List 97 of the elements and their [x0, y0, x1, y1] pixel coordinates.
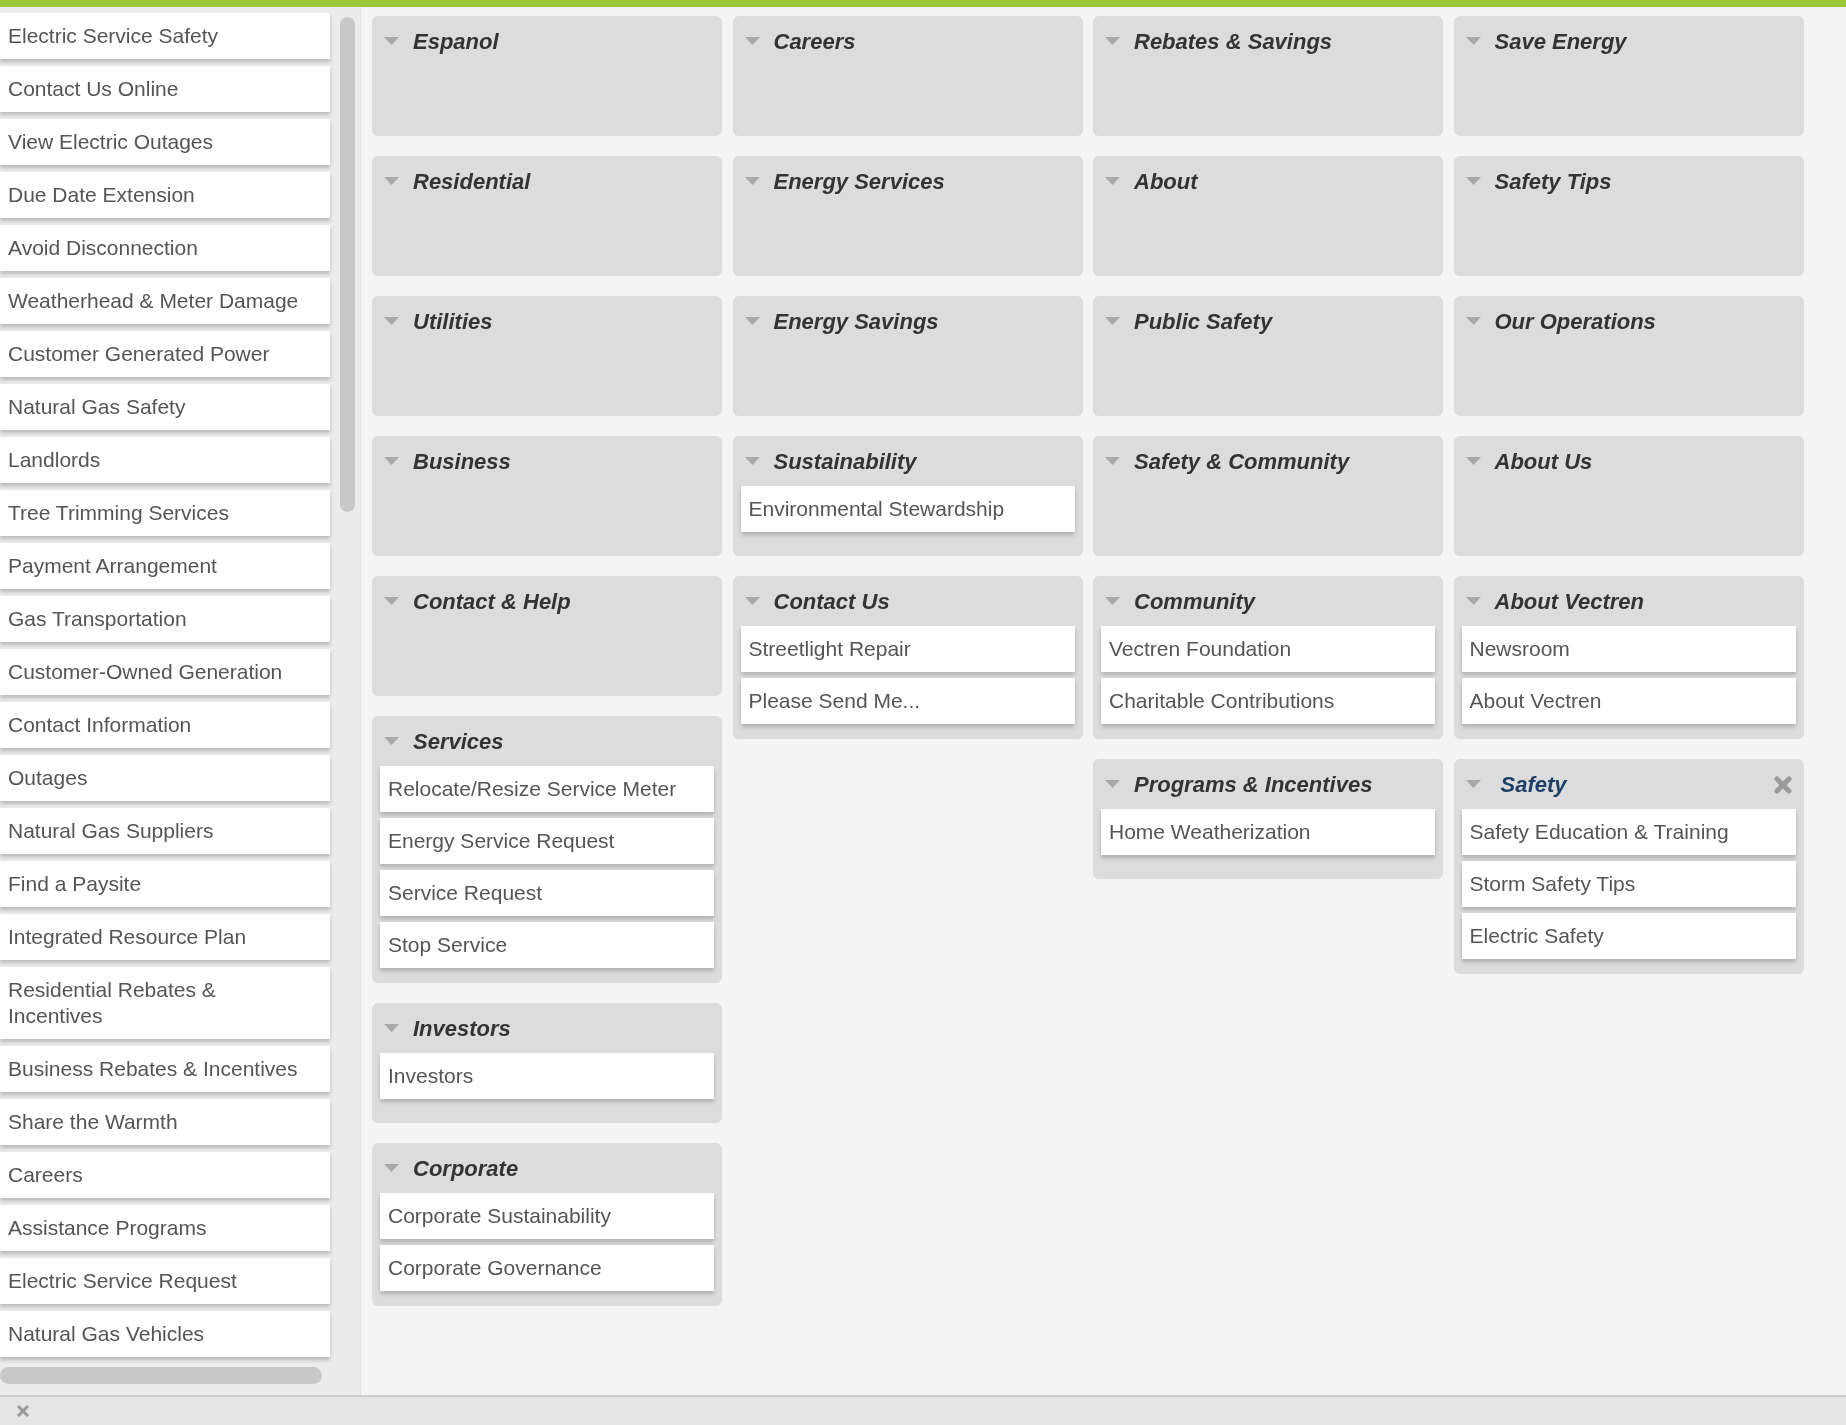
- caret-icon[interactable]: [384, 37, 399, 45]
- menu-link[interactable]: Corporate Governance: [380, 1245, 714, 1291]
- close-icon[interactable]: [16, 1404, 30, 1418]
- caret-icon[interactable]: [744, 597, 760, 605]
- panel-title[interactable]: Contact Us: [773, 584, 890, 618]
- sidebar-item[interactable]: Natural Gas Safety: [0, 384, 330, 430]
- panel-title[interactable]: Community: [1134, 584, 1255, 618]
- caret-icon[interactable]: [1465, 177, 1481, 185]
- sidebar-item[interactable]: Contact Us Online: [0, 66, 330, 112]
- caret-icon[interactable]: [1105, 597, 1120, 605]
- caret-icon[interactable]: [1465, 457, 1481, 465]
- menu-link[interactable]: Environmental Stewardship: [740, 486, 1075, 532]
- panel-title[interactable]: Save Energy: [1494, 24, 1627, 58]
- panel-title[interactable]: Safety Tips: [1494, 164, 1612, 198]
- sidebar-item[interactable]: Assistance Programs: [0, 1205, 330, 1251]
- panel-title[interactable]: Services: [413, 724, 504, 758]
- caret-icon[interactable]: [1465, 317, 1481, 325]
- sidebar-item[interactable]: Integrated Resource Plan: [0, 914, 330, 960]
- caret-icon[interactable]: [1465, 37, 1481, 45]
- sidebar-item[interactable]: Electric Service Request: [0, 1258, 330, 1304]
- scrollbar[interactable]: [0, 1367, 322, 1384]
- sidebar-item[interactable]: Payment Arrangement: [0, 543, 330, 589]
- caret-icon[interactable]: [384, 1164, 399, 1172]
- caret-icon[interactable]: [744, 177, 760, 185]
- caret-icon[interactable]: [744, 317, 760, 325]
- menu-link[interactable]: Safety Education & Training: [1461, 809, 1796, 855]
- panel-title[interactable]: About Vectren: [1494, 584, 1645, 618]
- close-icon[interactable]: [1773, 775, 1792, 794]
- menu-link[interactable]: Storm Safety Tips: [1461, 861, 1796, 907]
- panel-title[interactable]: Programs & Incentives: [1134, 767, 1373, 801]
- panel-title[interactable]: Public Safety: [1134, 304, 1273, 338]
- caret-icon[interactable]: [384, 737, 399, 745]
- sidebar-item[interactable]: Find a Paysite: [0, 861, 330, 907]
- panel-title[interactable]: Sustainability: [773, 444, 917, 478]
- sidebar-item[interactable]: Tree Trimming Services: [0, 490, 330, 536]
- panel-title[interactable]: Safety & Community: [1134, 444, 1350, 478]
- panel-title[interactable]: About: [1134, 164, 1198, 198]
- caret-icon[interactable]: [1465, 597, 1481, 605]
- caret-icon[interactable]: [384, 457, 399, 465]
- menu-link[interactable]: Home Weatherization: [1101, 809, 1435, 855]
- panel-title[interactable]: Contact & Help: [413, 584, 571, 618]
- caret-icon[interactable]: [1105, 37, 1120, 45]
- caret-icon[interactable]: [1105, 317, 1120, 325]
- menu-link[interactable]: Electric Safety: [1461, 913, 1796, 959]
- sidebar-item[interactable]: Avoid Disconnection: [0, 225, 330, 271]
- sidebar-item[interactable]: Electric Service Safety: [0, 13, 330, 59]
- sidebar-item[interactable]: Weatherhead & Meter Damage: [0, 278, 330, 324]
- sidebar-item[interactable]: Share the Warmth: [0, 1099, 330, 1145]
- panel-title[interactable]: Corporate: [413, 1151, 519, 1185]
- panel-title[interactable]: Careers: [773, 24, 856, 58]
- menu-link[interactable]: Service Request: [380, 870, 714, 916]
- caret-icon[interactable]: [1105, 780, 1120, 788]
- scrollbar[interactable]: [340, 17, 355, 512]
- sidebar-item[interactable]: Business Rebates & Incentives: [0, 1046, 330, 1092]
- caret-icon[interactable]: [384, 597, 399, 605]
- sidebar-item[interactable]: Natural Gas Suppliers: [0, 808, 330, 854]
- panel-title[interactable]: Investors: [413, 1011, 511, 1045]
- caret-icon[interactable]: [744, 37, 760, 45]
- panel-title[interactable]: Energy Savings: [773, 304, 939, 338]
- panel-title[interactable]: Our Operations: [1494, 304, 1656, 338]
- menu-link[interactable]: Streetlight Repair: [740, 626, 1075, 672]
- caret-icon[interactable]: [1465, 780, 1481, 788]
- panel-title[interactable]: Energy Services: [773, 164, 945, 198]
- sidebar-item[interactable]: Careers: [0, 1152, 330, 1198]
- panel-title[interactable]: About Us: [1494, 444, 1593, 478]
- panel-title[interactable]: Business: [413, 444, 511, 478]
- panel-title[interactable]: Safety: [1500, 767, 1567, 801]
- menu-link[interactable]: Stop Service: [380, 922, 714, 968]
- panel-title[interactable]: Espanol: [413, 24, 499, 58]
- sidebar-item[interactable]: Landlords: [0, 437, 330, 483]
- caret-icon[interactable]: [384, 1024, 399, 1032]
- sidebar-item[interactable]: View Electric Outages: [0, 119, 330, 165]
- panel-title[interactable]: Utilities: [413, 304, 493, 338]
- sidebar-item[interactable]: Contact Information: [0, 702, 330, 748]
- sidebar-item[interactable]: Customer-Owned Generation: [0, 649, 330, 695]
- sidebar-item[interactable]: Gas Transportation: [0, 596, 330, 642]
- caret-icon[interactable]: [1105, 457, 1120, 465]
- menu-link[interactable]: Corporate Sustainability: [380, 1193, 714, 1239]
- sidebar-item[interactable]: Due Date Extension: [0, 172, 330, 218]
- menu-link[interactable]: Please Send Me...: [740, 678, 1075, 724]
- sidebar-item[interactable]: Residential Rebates & Incentives: [0, 967, 330, 1039]
- caret-icon[interactable]: [1105, 177, 1120, 185]
- menu-link[interactable]: Newsroom: [1461, 626, 1796, 672]
- menu-link[interactable]: Charitable Contributions: [1101, 678, 1435, 724]
- sidebar-item[interactable]: Natural Gas Vehicles: [0, 1311, 330, 1357]
- menu-link[interactable]: About Vectren: [1461, 678, 1796, 724]
- menu-link[interactable]: Energy Service Request: [380, 818, 714, 864]
- caret-icon[interactable]: [384, 177, 399, 185]
- menu-link[interactable]: Vectren Foundation: [1101, 626, 1435, 672]
- menu-link[interactable]: Investors: [380, 1053, 714, 1099]
- panel-title[interactable]: Rebates & Savings: [1134, 24, 1333, 58]
- panel-title[interactable]: Residential: [413, 164, 531, 198]
- sidebar-item[interactable]: Outages: [0, 755, 330, 801]
- caret-icon[interactable]: [744, 457, 760, 465]
- menu-link[interactable]: Relocate/Resize Service Meter: [380, 766, 714, 812]
- sidebar-item[interactable]: Customer Generated Power: [0, 331, 330, 377]
- caret-icon[interactable]: [384, 317, 399, 325]
